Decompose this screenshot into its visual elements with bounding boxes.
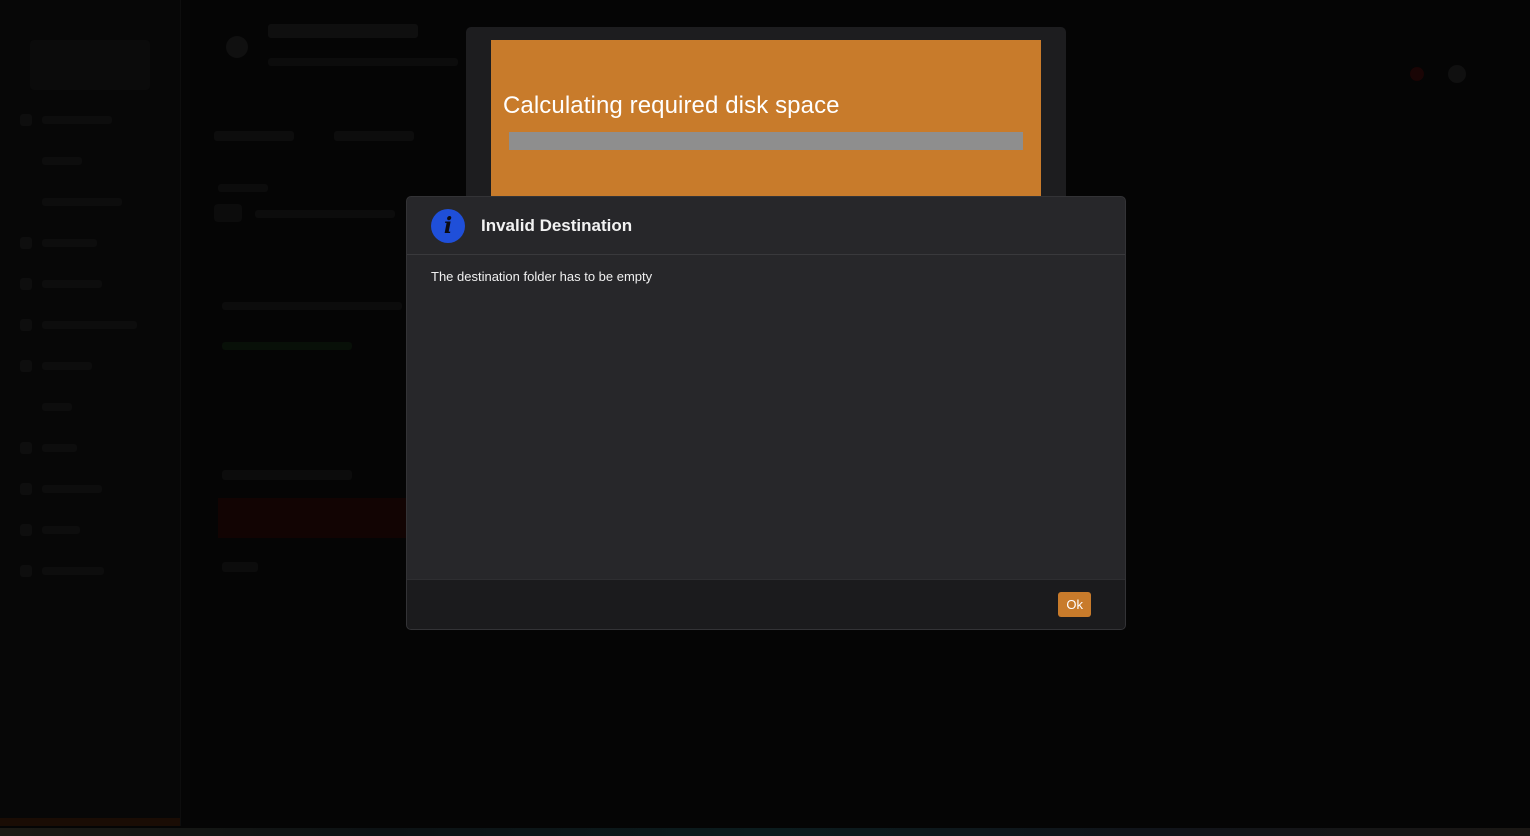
sidebar-item-icon bbox=[20, 401, 32, 413]
sidebar-item-label bbox=[42, 239, 97, 247]
sidebar-item-icon bbox=[20, 114, 32, 126]
tab bbox=[334, 131, 414, 141]
dialog-title: Invalid Destination bbox=[481, 216, 633, 235]
sidebar-item-icon bbox=[20, 524, 32, 536]
app-window: Calculating required disk space i Invali… bbox=[0, 0, 1530, 836]
progress-bar bbox=[509, 132, 1023, 150]
sidebar-item-label bbox=[42, 362, 92, 370]
progress-panel: Calculating required disk space bbox=[491, 40, 1041, 217]
sidebar-nav bbox=[20, 110, 170, 602]
sidebar-item-label bbox=[42, 116, 112, 124]
sidebar-item bbox=[20, 397, 170, 417]
sidebar-item-icon bbox=[20, 319, 32, 331]
header-actions bbox=[1410, 63, 1480, 85]
sidebar bbox=[0, 0, 181, 826]
sidebar-item bbox=[20, 274, 170, 294]
sidebar-item bbox=[20, 315, 170, 335]
sidebar-item-label bbox=[42, 403, 72, 411]
progress-dialog: Calculating required disk space bbox=[466, 27, 1066, 217]
sidebar-item bbox=[20, 561, 170, 581]
content-text bbox=[222, 342, 352, 350]
sidebar-footer bbox=[0, 818, 180, 826]
sidebar-item-label bbox=[42, 321, 137, 329]
game-avatar bbox=[226, 36, 248, 58]
invalid-destination-dialog: i Invalid Destination The destination fo… bbox=[406, 196, 1126, 630]
sidebar-item-icon bbox=[20, 155, 32, 167]
sidebar-item bbox=[20, 233, 170, 253]
content-thumbnail bbox=[214, 204, 242, 222]
dialog-message: The destination folder has to be empty bbox=[431, 269, 653, 284]
sidebar-item-label bbox=[42, 157, 82, 165]
background-artwork bbox=[0, 828, 1530, 836]
sidebar-item-icon bbox=[20, 278, 32, 290]
sidebar-item bbox=[20, 479, 170, 499]
sidebar-item-icon bbox=[20, 237, 32, 249]
sidebar-item-icon bbox=[20, 360, 32, 372]
sidebar-item-label bbox=[42, 444, 77, 452]
sidebar-item bbox=[20, 520, 170, 540]
content-heading bbox=[222, 470, 352, 480]
content-button bbox=[222, 562, 258, 572]
sidebar-item-icon bbox=[20, 442, 32, 454]
content-text bbox=[255, 210, 395, 218]
sidebar-item bbox=[20, 110, 170, 130]
tab bbox=[214, 131, 294, 141]
sidebar-item-icon bbox=[20, 483, 32, 495]
info-icon: i bbox=[431, 209, 465, 243]
sidebar-item bbox=[20, 192, 170, 212]
sidebar-item-label bbox=[42, 567, 104, 575]
app-logo bbox=[30, 40, 150, 90]
page-subtitle bbox=[268, 58, 458, 66]
sidebar-item bbox=[20, 356, 170, 376]
sidebar-item-icon bbox=[20, 196, 32, 208]
sidebar-item-label bbox=[42, 485, 102, 493]
profile-icon bbox=[1448, 65, 1466, 83]
progress-title: Calculating required disk space bbox=[503, 92, 840, 119]
warning-banner bbox=[218, 498, 408, 538]
content-label bbox=[218, 184, 268, 192]
sidebar-item bbox=[20, 151, 170, 171]
page-title bbox=[268, 24, 418, 38]
sidebar-item-icon bbox=[20, 565, 32, 577]
sidebar-item bbox=[20, 438, 170, 458]
sidebar-item-label bbox=[42, 526, 80, 534]
sidebar-item-label bbox=[42, 280, 102, 288]
content-text bbox=[222, 302, 402, 310]
dialog-header: i Invalid Destination bbox=[407, 197, 1125, 255]
notification-icon bbox=[1410, 67, 1424, 81]
dialog-footer: Ok bbox=[407, 579, 1125, 629]
sidebar-item-label bbox=[42, 198, 122, 206]
ok-button[interactable]: Ok bbox=[1058, 592, 1091, 617]
page-tabs bbox=[214, 130, 464, 146]
